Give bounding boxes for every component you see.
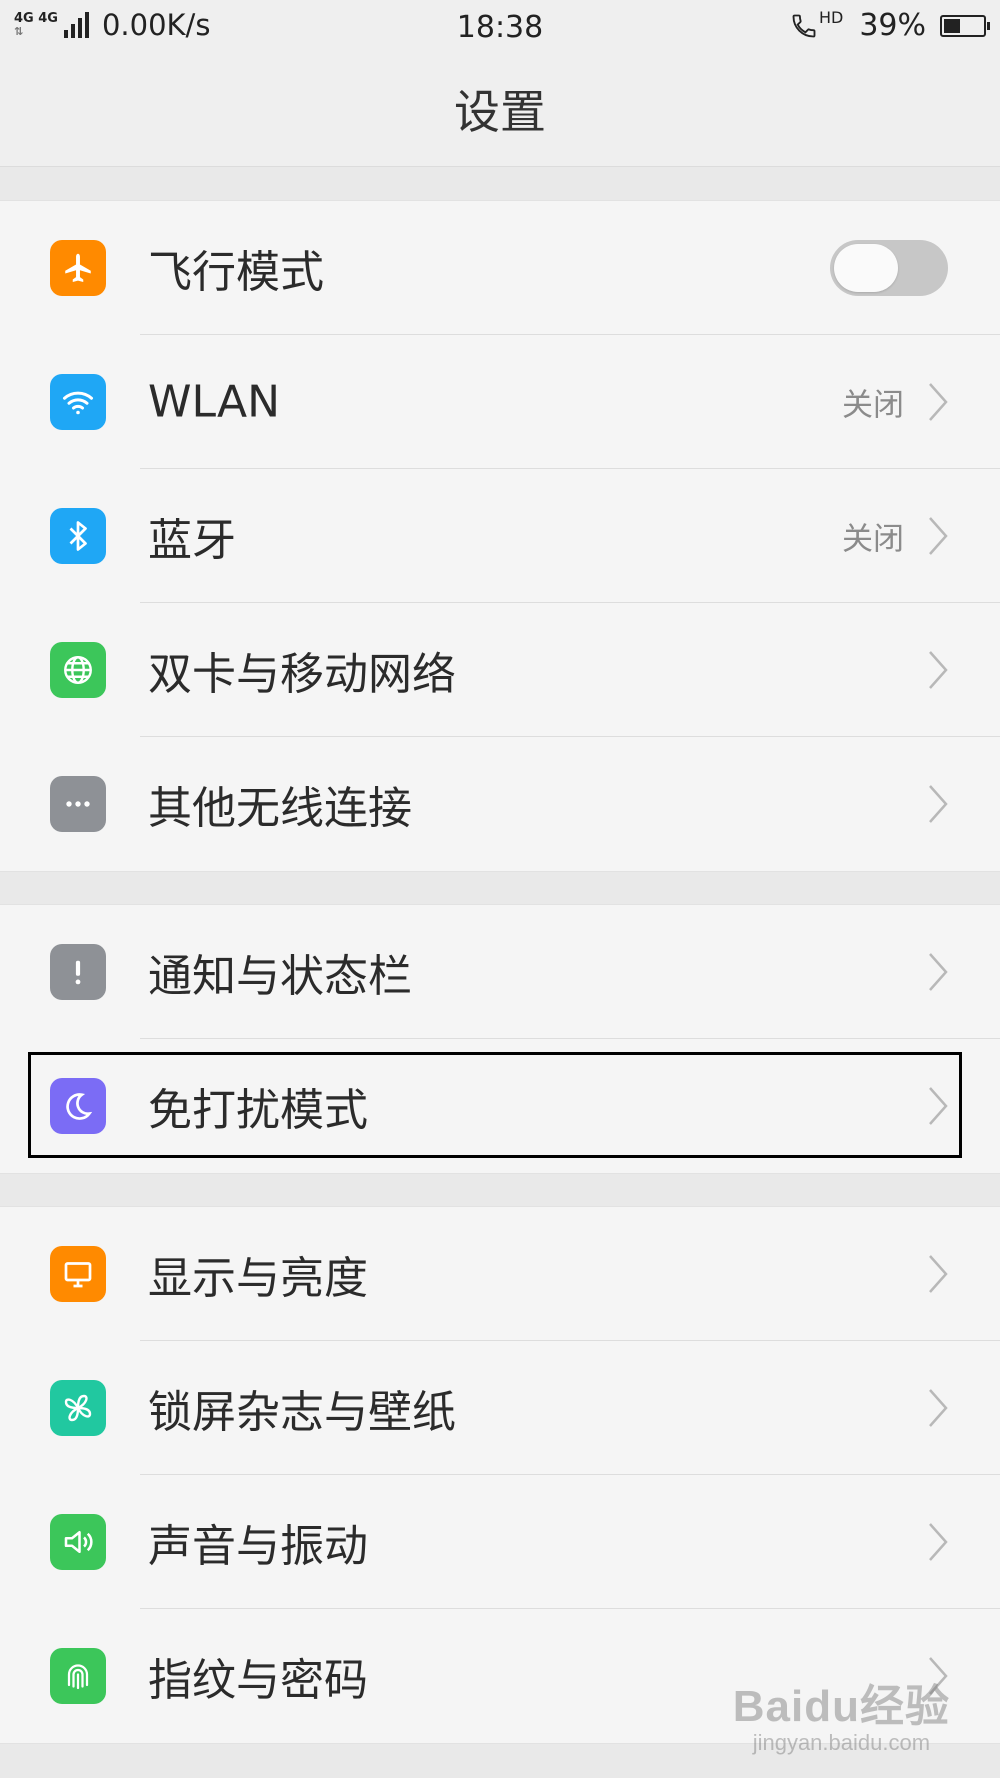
settings-item-label: 蓝牙 <box>148 515 236 566</box>
globe-icon <box>50 642 106 698</box>
moon-icon <box>50 1078 106 1134</box>
baidu-watermark: Baidu经验 jingyan.baidu.com <box>733 1670 950 1756</box>
chevron-right-icon <box>929 383 948 421</box>
watermark-logo: Baidu经验 <box>732 1682 950 1731</box>
settings-item-dual-sim[interactable]: 双卡与移动网络 <box>0 603 1000 737</box>
settings-item-sound[interactable]: 声音与振动 <box>0 1475 1000 1609</box>
bluetooth-icon <box>50 508 106 564</box>
chevron-right-icon <box>929 953 948 991</box>
exclamation-icon <box>50 944 106 1000</box>
speaker-icon <box>50 1514 106 1570</box>
hd-label: HD <box>818 8 844 27</box>
status-bar: 4G 4G ⇅ 0.00K/s 18:38 HD 39% <box>0 0 1000 52</box>
chevron-right-icon <box>929 1255 948 1293</box>
battery-fill <box>944 18 961 33</box>
battery-icon <box>940 14 990 37</box>
settings-group-notifications: 通知与状态栏 免打扰模式 <box>0 904 1000 1174</box>
settings-group-connectivity: 飞行模式 WLAN 关闭 蓝牙 关闭 双卡与移动网络 其他无线连接 <box>0 200 1000 872</box>
settings-item-label: 其他无线连接 <box>148 783 412 834</box>
airplane-mode-toggle[interactable] <box>830 240 948 296</box>
title-bar: 设置 <box>0 52 1000 167</box>
settings-item-bluetooth[interactable]: 蓝牙 关闭 <box>0 469 1000 603</box>
settings-item-label: 声音与振动 <box>148 1521 368 1572</box>
settings-item-notifications[interactable]: 通知与状态栏 <box>0 905 1000 1039</box>
chevron-right-icon <box>929 517 948 555</box>
chevron-right-icon <box>929 1389 948 1427</box>
chevron-right-icon <box>929 651 948 689</box>
settings-item-label: 飞行模式 <box>148 247 324 298</box>
status-right: HD 39% <box>790 8 990 43</box>
settings-item-label: 免打扰模式 <box>148 1085 368 1136</box>
settings-item-label: WLAN <box>148 376 281 428</box>
wlan-status: 关闭 <box>842 387 904 424</box>
settings-item-label: 显示与亮度 <box>148 1253 368 1304</box>
page-title: 设置 <box>454 85 546 139</box>
monitor-icon <box>50 1246 106 1302</box>
fingerprint-icon <box>50 1648 106 1704</box>
settings-item-label: 双卡与移动网络 <box>148 649 456 700</box>
watermark-url: jingyan.baidu.com <box>752 1730 931 1755</box>
settings-item-other-wireless[interactable]: 其他无线连接 <box>0 737 1000 871</box>
chevron-right-icon <box>929 785 948 823</box>
settings-item-label: 锁屏杂志与壁纸 <box>148 1387 456 1438</box>
more-dots-icon <box>50 776 106 832</box>
chevron-right-icon <box>929 1523 948 1561</box>
chevron-right-icon <box>929 1087 948 1125</box>
hd-call-icon: HD <box>790 8 843 40</box>
settings-group-device: 显示与亮度 锁屏杂志与壁纸 声音与振动 指纹与密码 <box>0 1206 1000 1744</box>
settings-item-label: 指纹与密码 <box>148 1655 368 1706</box>
settings-item-label: 通知与状态栏 <box>148 951 412 1002</box>
pinwheel-icon <box>50 1380 106 1436</box>
bluetooth-status: 关闭 <box>842 521 904 558</box>
wifi-icon <box>50 374 106 430</box>
airplane-icon <box>50 240 106 296</box>
settings-item-display[interactable]: 显示与亮度 <box>0 1207 1000 1341</box>
settings-item-lockscreen-wallpaper[interactable]: 锁屏杂志与壁纸 <box>0 1341 1000 1475</box>
settings-item-airplane-mode[interactable]: 飞行模式 <box>0 201 1000 335</box>
settings-item-do-not-disturb[interactable]: 免打扰模式 <box>0 1039 1000 1173</box>
toggle-knob <box>834 244 898 292</box>
settings-item-wlan[interactable]: WLAN 关闭 <box>0 335 1000 469</box>
battery-percent: 39% <box>859 8 926 43</box>
